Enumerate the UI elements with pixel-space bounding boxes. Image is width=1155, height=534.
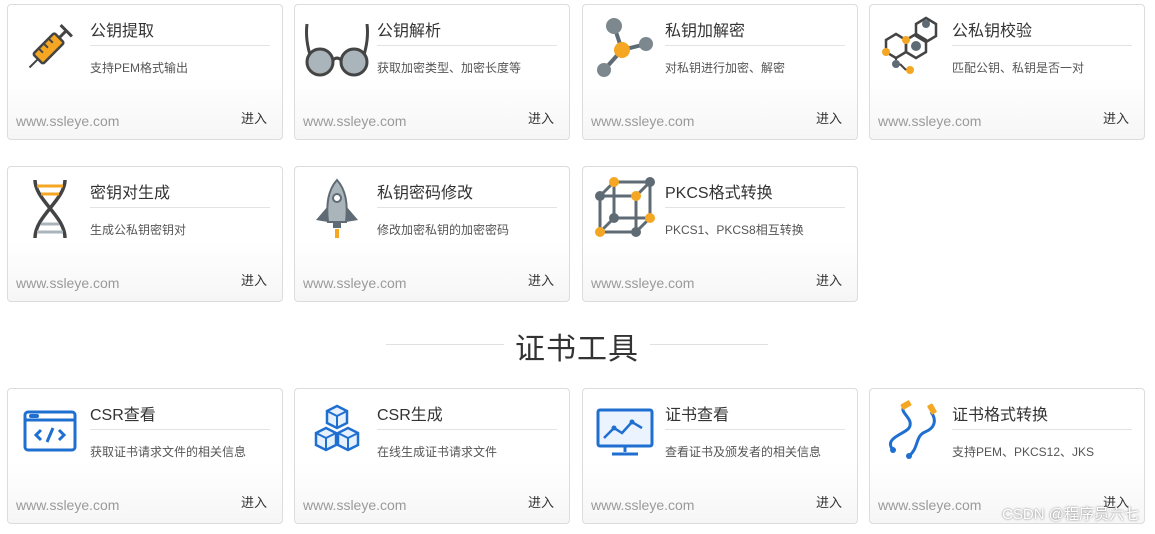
section-title: 证书工具 — [515, 333, 639, 366]
cable-icon — [878, 397, 946, 465]
card-description: 在线生成证书请求文件 — [377, 445, 498, 459]
card-description: 查看证书及颁发者的相关信息 — [665, 445, 822, 459]
divider — [90, 45, 270, 46]
divider — [665, 207, 845, 208]
tool-card-certificate-view[interactable]: 证书查看 查看证书及颁发者的相关信息 www.ssleye.com 进入 — [582, 388, 858, 524]
card-description: 获取加密类型、加密长度等 — [377, 61, 522, 75]
card-title: 公钥提取 — [90, 23, 155, 40]
enter-link[interactable]: 进入 — [816, 108, 842, 127]
site-link[interactable]: www.ssleye.com — [878, 113, 981, 129]
section-heading-cert-tools: 证书工具 — [386, 322, 768, 366]
card-title: 公私钥校验 — [952, 23, 1033, 40]
card-description: 生成公私钥密钥对 — [90, 223, 187, 237]
watermark: CSDN @程序员六七 — [1002, 506, 1139, 523]
card-title: CSR查看 — [90, 407, 156, 424]
card-description: 修改加密私钥的加密密码 — [377, 223, 510, 237]
divider — [952, 429, 1132, 430]
enter-link[interactable]: 进入 — [528, 270, 554, 289]
enter-link[interactable]: 进入 — [241, 108, 267, 127]
enter-link[interactable]: 进入 — [816, 270, 842, 289]
divider — [665, 429, 845, 430]
tool-card-public-key-parse[interactable]: 公钥解析 获取加密类型、加密长度等 www.ssleye.com 进入 — [294, 4, 570, 140]
card-title: PKCS格式转换 — [665, 185, 773, 202]
glasses-icon — [303, 13, 371, 81]
heading-divider-right — [650, 344, 768, 345]
tool-card-key-pair-generate[interactable]: 密钥对生成 生成公私钥密钥对 www.ssleye.com 进入 — [7, 166, 283, 302]
card-description: 支持PEM、PKCS12、JKS — [952, 445, 1095, 459]
divider — [90, 429, 270, 430]
tool-card-private-key-crypt[interactable]: 私钥加解密 对私钥进行加密、解密 www.ssleye.com 进入 — [582, 4, 858, 140]
cubes-icon — [303, 397, 371, 465]
card-title: 公钥解析 — [377, 23, 442, 40]
site-link[interactable]: www.ssleye.com — [16, 275, 119, 291]
site-link[interactable]: www.ssleye.com — [16, 113, 119, 129]
card-description: 支持PEM格式输出 — [90, 61, 189, 75]
site-link[interactable]: www.ssleye.com — [591, 113, 694, 129]
site-link[interactable]: www.ssleye.com — [878, 497, 981, 513]
card-title: 证书格式转换 — [952, 407, 1049, 424]
enter-link[interactable]: 进入 — [528, 108, 554, 127]
card-description: 获取证书请求文件的相关信息 — [90, 445, 247, 459]
card-title: 密钥对生成 — [90, 185, 171, 202]
site-link[interactable]: www.ssleye.com — [16, 497, 119, 513]
dna-helix-icon — [16, 175, 84, 243]
divider — [952, 45, 1132, 46]
card-title: 私钥加解密 — [665, 23, 746, 40]
divider — [377, 429, 557, 430]
site-link[interactable]: www.ssleye.com — [303, 275, 406, 291]
divider — [377, 207, 557, 208]
card-title: 证书查看 — [665, 407, 730, 424]
tool-card-public-key-extract[interactable]: 公钥提取 支持PEM格式输出 www.ssleye.com 进入 — [7, 4, 283, 140]
divider — [665, 45, 845, 46]
card-description: 匹配公钥、私钥是否一对 — [952, 61, 1085, 75]
cube-lattice-icon — [591, 175, 659, 243]
molecule-icon — [591, 13, 659, 81]
monitor-chart-icon — [591, 397, 659, 465]
enter-link[interactable]: 进入 — [528, 492, 554, 511]
tool-card-csr-view[interactable]: CSR查看 获取证书请求文件的相关信息 www.ssleye.com 进入 — [7, 388, 283, 524]
tool-card-csr-generate[interactable]: CSR生成 在线生成证书请求文件 www.ssleye.com 进入 — [294, 388, 570, 524]
card-description: 对私钥进行加密、解密 — [665, 61, 786, 75]
tool-card-private-key-password-change[interactable]: 私钥密码修改 修改加密私钥的加密密码 www.ssleye.com 进入 — [294, 166, 570, 302]
site-link[interactable]: www.ssleye.com — [591, 275, 694, 291]
tool-card-key-pair-verify[interactable]: 公私钥校验 匹配公钥、私钥是否一对 www.ssleye.com 进入 — [869, 4, 1145, 140]
card-title: 私钥密码修改 — [377, 185, 474, 202]
hexagon-network-icon — [878, 13, 946, 81]
enter-link[interactable]: 进入 — [1103, 108, 1129, 127]
site-link[interactable]: www.ssleye.com — [303, 113, 406, 129]
enter-link[interactable]: 进入 — [816, 492, 842, 511]
tool-card-pkcs-convert[interactable]: PKCS格式转换 PKCS1、PKCS8相互转换 www.ssleye.com … — [582, 166, 858, 302]
divider — [377, 45, 557, 46]
code-window-icon — [16, 397, 84, 465]
divider — [90, 207, 270, 208]
card-description: PKCS1、PKCS8相互转换 — [665, 223, 804, 237]
syringe-icon — [16, 13, 84, 81]
enter-link[interactable]: 进入 — [241, 270, 267, 289]
enter-link[interactable]: 进入 — [241, 492, 267, 511]
card-title: CSR生成 — [377, 407, 443, 424]
site-link[interactable]: www.ssleye.com — [591, 497, 694, 513]
rocket-icon — [303, 175, 371, 243]
site-link[interactable]: www.ssleye.com — [303, 497, 406, 513]
